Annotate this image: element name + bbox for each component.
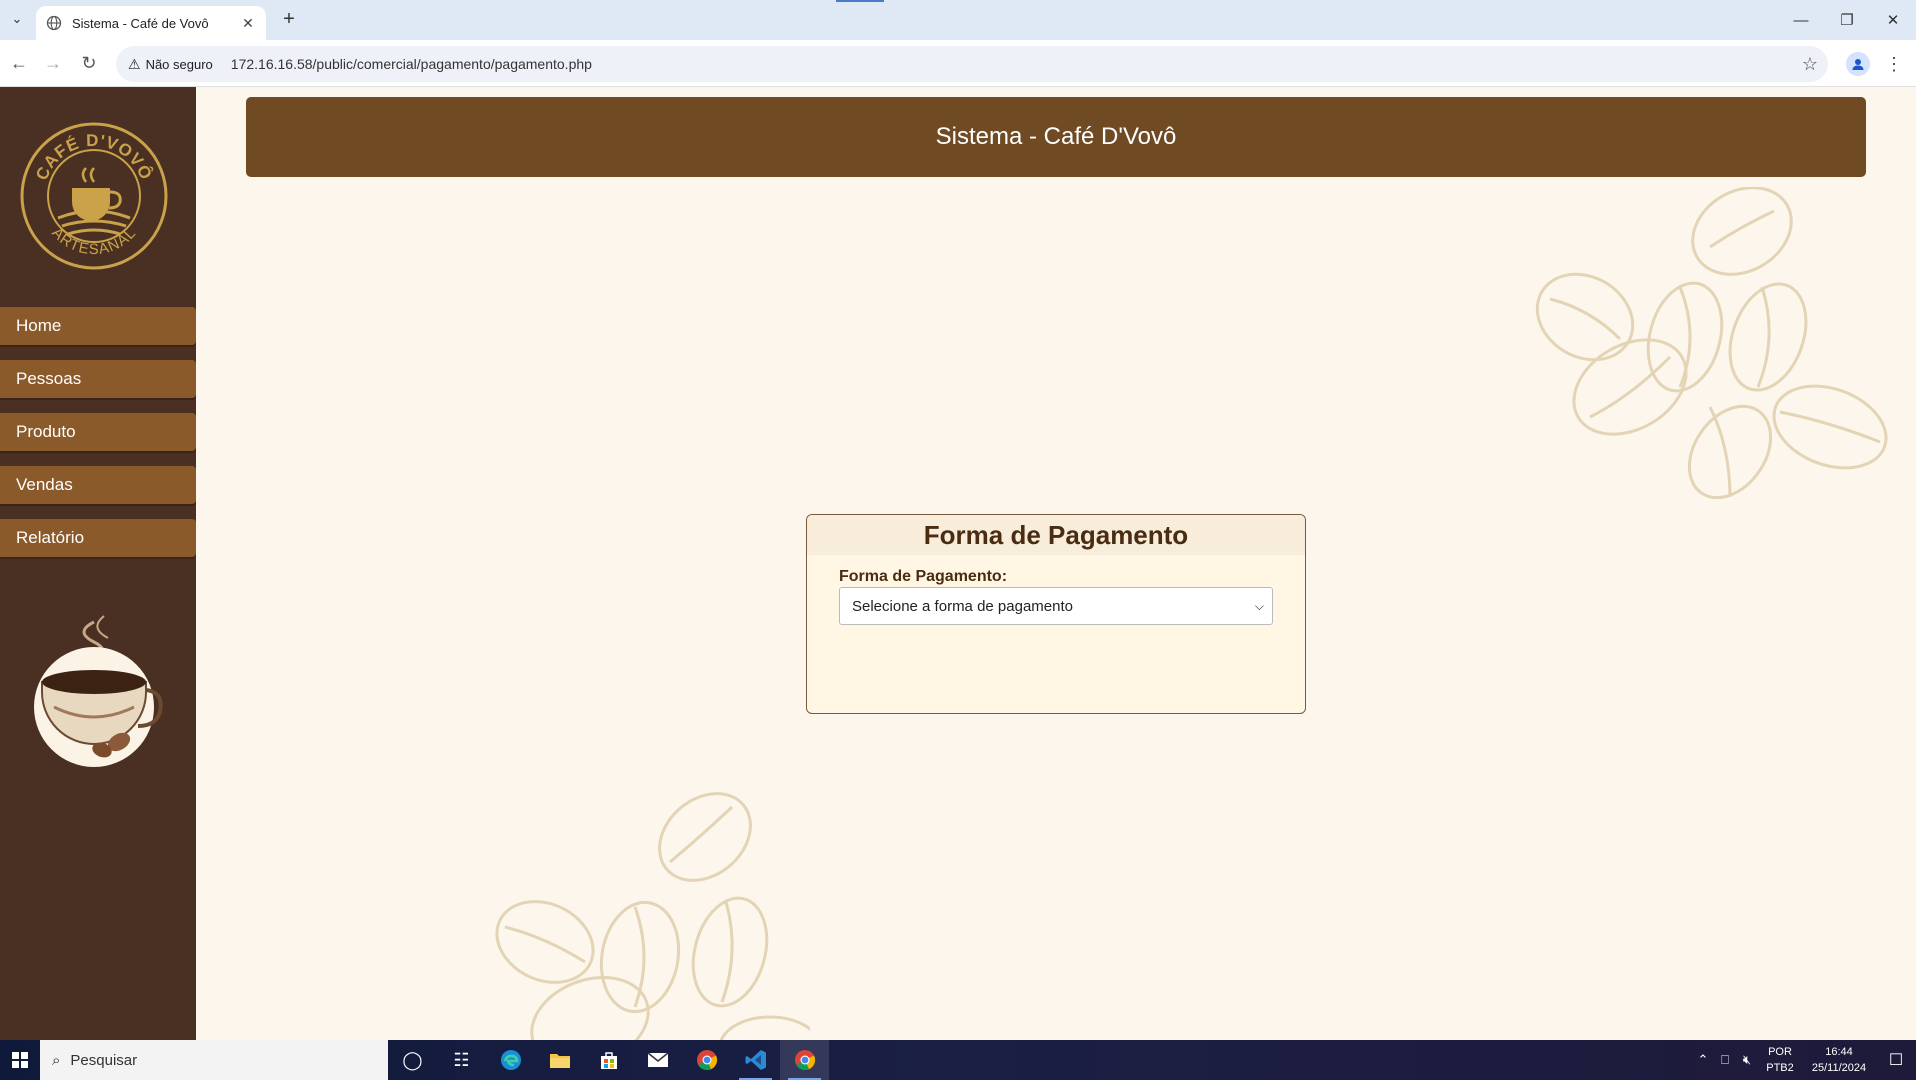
payment-form-card: Forma de Pagamento Forma de Pagamento: S… (806, 514, 1306, 714)
browser-tab-bar: ⌄ Sistema - Café de Vovô ✕ + — ❐ ✕ (0, 0, 1916, 40)
cortana-icon[interactable]: ◯ (388, 1040, 437, 1080)
system-tray: ⌃ ⎕ 🔇︎ POR PTB2 16:44 25/11/2024 ☐ (1692, 1040, 1916, 1080)
vscode-icon[interactable] (731, 1040, 780, 1080)
volume-muted-icon[interactable]: 🔇︎ (1736, 1052, 1758, 1068)
sidebar: CAFÉ D'VOVÔ ARTESANAL Home Pessoas Produ… (0, 87, 196, 1040)
edge-browser-icon[interactable] (486, 1040, 535, 1080)
reload-icon[interactable]: ↻ (76, 50, 102, 76)
card-title: Forma de Pagamento (807, 515, 1305, 555)
page-title: Sistema - Café D'Vovô (935, 123, 1177, 150)
coffee-beans-decoration-icon (1535, 187, 1888, 500)
windows-taskbar: ⌕ Pesquisar ◯ ☷ ⌃ ⎕ 🔇︎ POR PTB2 16:44 25… (0, 1040, 1916, 1080)
sidebar-item-pessoas[interactable]: Pessoas (0, 360, 196, 398)
coffee-cup-illustration-icon (34, 615, 163, 767)
warning-triangle-icon: ⚠ (128, 55, 141, 72)
payment-method-select-value: Selecione a forma de pagamento (852, 597, 1073, 615)
taskbar-search-input[interactable]: ⌕ Pesquisar (40, 1040, 388, 1080)
browser-tab[interactable]: Sistema - Café de Vovô ✕ (36, 6, 266, 40)
browser-menu-icon[interactable]: ⋮ (1884, 52, 1904, 76)
close-window-icon[interactable]: ✕ (1870, 0, 1916, 40)
mail-icon[interactable] (633, 1040, 682, 1080)
browser-toolbar: ← → ↻ ⚠ Não seguro 172.16.16.58/public/c… (0, 40, 1916, 87)
url-text: 172.16.16.58/public/comercial/pagamento/… (230, 56, 592, 72)
page-header: Sistema - Café D'Vovô (246, 97, 1866, 177)
not-secure-label: Não seguro (145, 56, 213, 72)
tab-title: Sistema - Café de Vovô (72, 15, 209, 31)
tab-search-chevron-icon[interactable]: ⌄ (6, 8, 28, 30)
chevron-up-icon[interactable]: ⌃ (1692, 1052, 1714, 1068)
sidebar-item-vendas[interactable]: Vendas (0, 466, 196, 504)
cafe-dvovo-logo[interactable]: CAFÉ D'VOVÔ ARTESANAL (20, 122, 168, 270)
sidebar-item-relatorio[interactable]: Relatório (0, 519, 196, 557)
window-controls: — ❐ ✕ (1778, 0, 1916, 40)
notification-center-icon[interactable]: ☐ (1876, 1050, 1916, 1070)
globe-icon (46, 15, 62, 31)
taskbar-clock[interactable]: 16:44 25/11/2024 (1802, 1044, 1876, 1076)
keyboard-layout-code: PTB2 (1766, 1062, 1794, 1074)
network-icon[interactable]: ⎕ (1714, 1052, 1736, 1068)
back-icon[interactable]: ← (6, 50, 32, 76)
input-language-indicator[interactable]: POR PTB2 (1758, 1044, 1802, 1076)
forward-icon[interactable]: → (40, 50, 66, 76)
windows-start-icon[interactable] (0, 1040, 40, 1080)
sidebar-menu: Home Pessoas Produto Vendas Relatório (0, 307, 196, 572)
payment-method-label: Forma de Pagamento: (839, 568, 1008, 585)
chrome-icon[interactable] (682, 1040, 731, 1080)
page-content: CAFÉ D'VOVÔ ARTESANAL Home Pessoas Produ… (0, 87, 1916, 1040)
language-code: POR (1768, 1046, 1792, 1058)
sidebar-item-home[interactable]: Home (0, 307, 196, 345)
clock-date: 25/11/2024 (1811, 1062, 1867, 1074)
close-tab-icon[interactable]: ✕ (240, 15, 256, 31)
site-security-chip[interactable]: ⚠ Não seguro (128, 56, 213, 73)
sidebar-item-produto[interactable]: Produto (0, 413, 196, 451)
profile-avatar-icon[interactable] (1846, 52, 1870, 76)
tab-drag-indicator (836, 0, 884, 2)
payment-method-select[interactable]: Selecione a forma de pagamento ⌵ (839, 587, 1273, 625)
new-tab-icon[interactable]: + (278, 8, 300, 30)
task-view-icon[interactable]: ☷ (437, 1040, 486, 1080)
chevron-down-icon: ⌵ (1254, 599, 1264, 613)
minimize-icon[interactable]: — (1778, 0, 1824, 40)
restore-icon[interactable]: ❐ (1824, 0, 1870, 40)
address-bar[interactable]: ⚠ Não seguro 172.16.16.58/public/comerci… (116, 46, 1828, 82)
bookmark-star-icon[interactable]: ☆ (1792, 46, 1828, 82)
search-icon: ⌕ (52, 1051, 61, 1069)
taskbar-search-placeholder: Pesquisar (70, 1051, 138, 1069)
coffee-beans-decoration-bottom-icon (495, 792, 810, 1040)
chrome-active-icon[interactable] (780, 1040, 829, 1080)
clock-time: 16:44 (1825, 1046, 1853, 1058)
file-explorer-icon[interactable] (535, 1040, 584, 1080)
microsoft-store-icon[interactable] (584, 1040, 633, 1080)
